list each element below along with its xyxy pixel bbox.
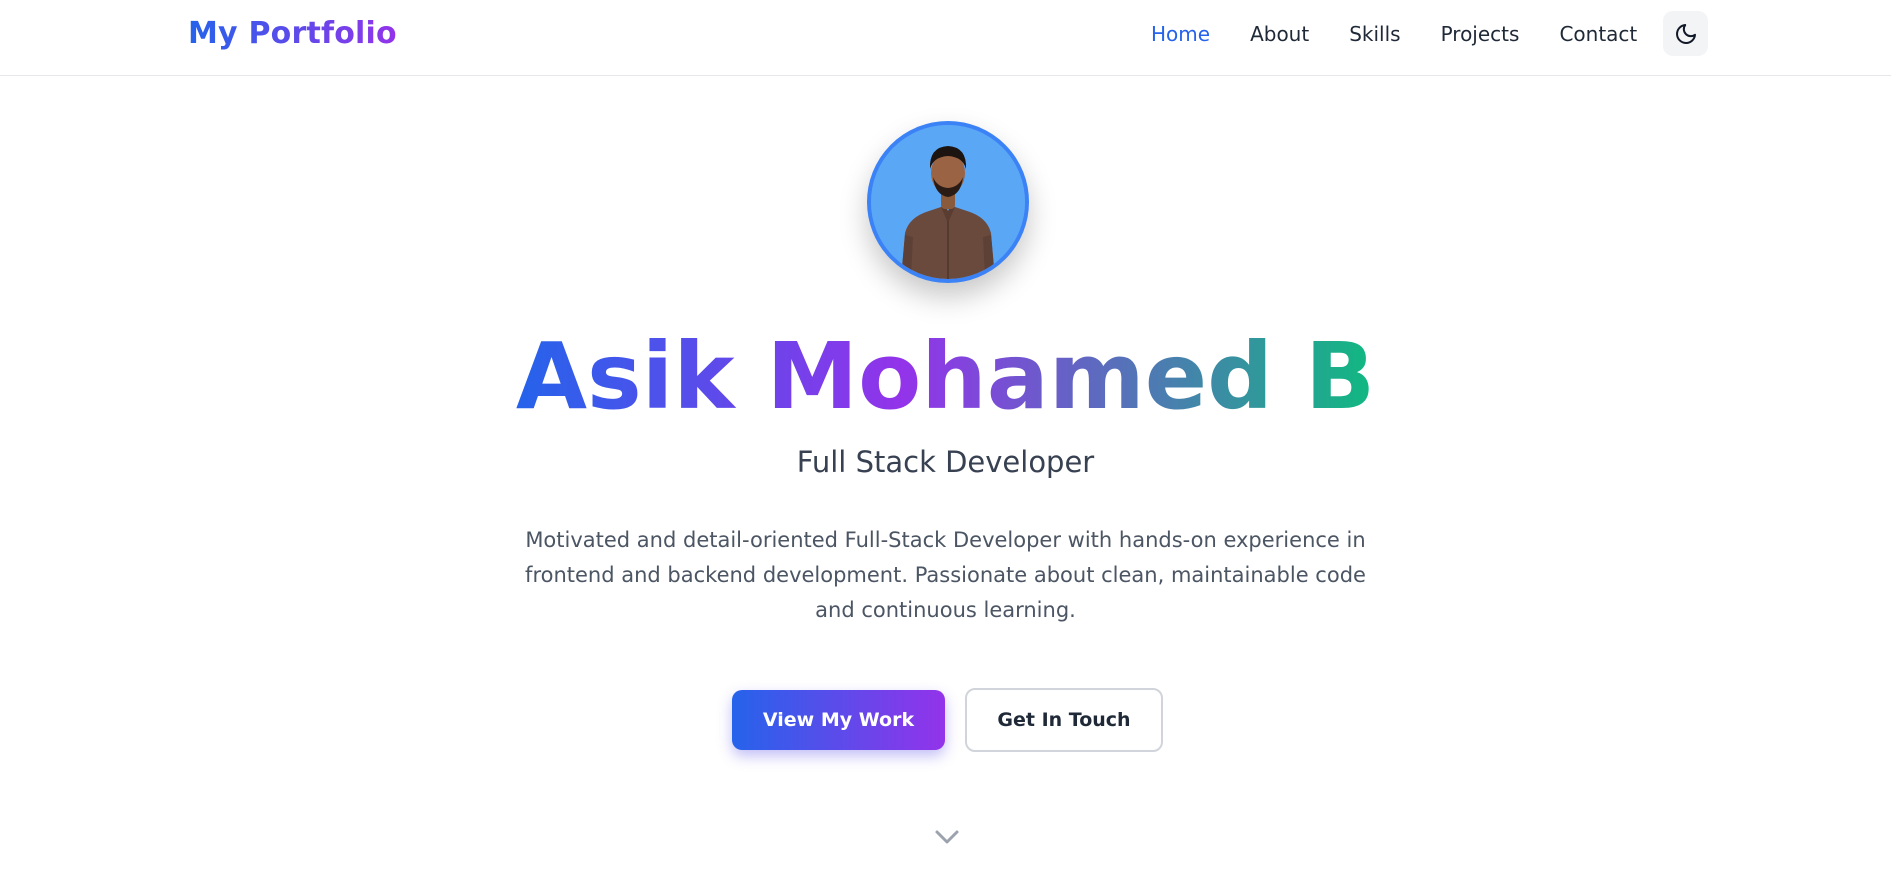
- site-logo[interactable]: My Portfolio: [188, 14, 397, 54]
- scroll-down-button[interactable]: [932, 826, 962, 848]
- nav-link-skills[interactable]: Skills: [1349, 22, 1400, 46]
- nav-link-home[interactable]: Home: [1151, 22, 1210, 46]
- hero-name-text: Asik Mohamed B: [515, 323, 1376, 430]
- nav-link-about[interactable]: About: [1250, 22, 1309, 46]
- get-in-touch-button[interactable]: Get In Touch: [965, 688, 1163, 752]
- hero-section: Asik Mohamed B Full Stack Developer Moti…: [0, 76, 1891, 881]
- hero-role: Full Stack Developer: [796, 445, 1095, 479]
- nav-link-projects[interactable]: Projects: [1441, 22, 1520, 46]
- theme-toggle-button[interactable]: [1663, 11, 1708, 56]
- hero-name: Asik Mohamed B: [0, 322, 1891, 432]
- moon-icon: [1675, 23, 1696, 44]
- view-my-work-button[interactable]: View My Work: [732, 690, 945, 750]
- profile-photo: [871, 125, 1025, 279]
- nav-link-contact[interactable]: Contact: [1559, 22, 1637, 46]
- avatar: [867, 121, 1029, 283]
- chevron-down-icon: [935, 830, 959, 844]
- hero-bio: Motivated and detail-oriented Full-Stack…: [525, 528, 1366, 622]
- main-nav: Home About Skills Projects Contact: [1151, 20, 1637, 48]
- site-header: My Portfolio Home About Skills Projects …: [0, 0, 1891, 76]
